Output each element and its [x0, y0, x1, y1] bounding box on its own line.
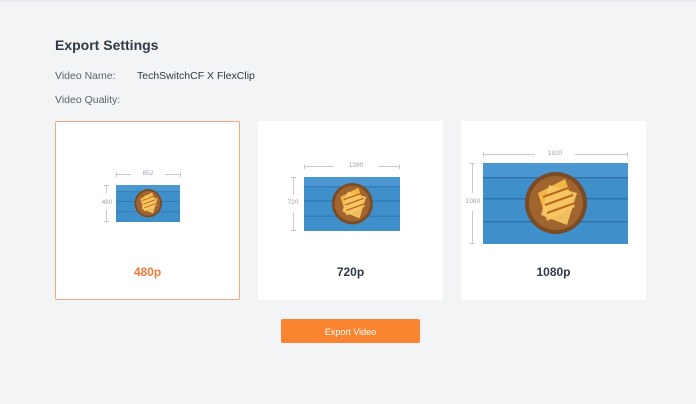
page-title: Export Settings: [55, 37, 159, 53]
width-dimension-label: 1280: [348, 162, 364, 169]
export-video-button[interactable]: Export Video: [281, 319, 420, 343]
top-divider: [0, 0, 696, 2]
height-dimension-label: 480: [101, 199, 113, 206]
video-name-label: Video Name:: [55, 70, 116, 82]
food-thumbnail-image: [304, 177, 400, 231]
quality-label-720p: 720p: [336, 265, 365, 279]
video-name-value: TechSwitchCF X FlexClip: [137, 70, 255, 82]
width-dimension-label: 1920: [547, 150, 563, 157]
quality-label-480p: 480p: [133, 265, 162, 279]
food-thumbnail-image: [483, 163, 628, 244]
quality-label-1080p: 1080p: [536, 265, 571, 279]
height-dimension-label: 720: [287, 199, 299, 206]
food-thumbnail-image: [116, 185, 180, 222]
height-dimension-label: 1080: [465, 198, 481, 205]
quality-option-480p[interactable]: 852 480 480p: [55, 121, 240, 300]
quality-option-720p[interactable]: 1280 720 720p: [258, 121, 443, 300]
quality-option-1080p[interactable]: 1920 1080 1080p: [461, 121, 646, 300]
width-dimension-label: 852: [142, 170, 154, 177]
video-quality-label: Video Quality:: [55, 94, 121, 106]
